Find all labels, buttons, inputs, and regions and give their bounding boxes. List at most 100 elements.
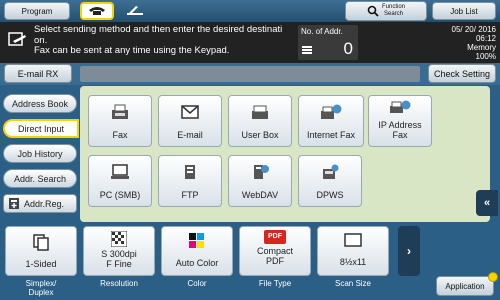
- file-type-value-1: Compact: [256, 246, 293, 256]
- function-search-button[interactable]: Function Search: [345, 1, 427, 21]
- ftp-label: FTP: [181, 190, 199, 200]
- simplex-label-2: Duplex: [28, 288, 54, 297]
- ip-fax-icon: [390, 100, 411, 113]
- function-search-label-1: Function: [381, 4, 405, 10]
- resolution-value-2: F Fine: [106, 259, 132, 269]
- memory-value: 100%: [475, 52, 496, 61]
- fax-icon: [112, 104, 128, 119]
- email-rx-button[interactable]: E-mail RX: [4, 64, 72, 83]
- instruction-line-1: Select sending method and then enter the…: [34, 24, 283, 35]
- email-rx-label: E-mail RX: [17, 68, 59, 79]
- one-sided-icon: [33, 234, 49, 251]
- dpws-icon: [323, 164, 339, 179]
- file-type-label: File Type: [258, 279, 292, 288]
- sidebar-item-job-history[interactable]: Job History: [3, 144, 77, 163]
- chevron-right-icon: ›: [407, 244, 411, 258]
- email-label: E-mail: [177, 130, 203, 140]
- paper-size-icon: [344, 233, 362, 247]
- address-count-value: 0: [343, 39, 353, 58]
- application-label: Application: [445, 281, 485, 291]
- resolution-label: Resolution: [100, 279, 138, 288]
- date-text: 05/ 20/ 2016: [451, 25, 496, 34]
- ip-fax-label-2: Fax: [392, 130, 408, 140]
- color-value: Auto Color: [175, 258, 219, 268]
- address-register-icon: [9, 198, 19, 209]
- file-type-button[interactable]: PDF Compact PDF: [239, 226, 311, 276]
- user-box-label: User Box: [241, 130, 279, 140]
- webdav-label: WebDAV: [241, 190, 279, 200]
- double-chevron-left-icon: «: [483, 197, 491, 209]
- server-icon: [185, 165, 195, 179]
- ip-address-fax-button[interactable]: IP Address Fax: [368, 95, 432, 147]
- program-button[interactable]: Program: [4, 2, 70, 20]
- user-box-button[interactable]: User Box: [228, 95, 292, 147]
- computer-icon: [111, 164, 129, 179]
- webdav-icon: [254, 165, 269, 179]
- telephone-icon: [89, 7, 105, 15]
- dpws-label: DPWS: [316, 190, 344, 200]
- scan-size-value: 8½x11: [339, 257, 367, 267]
- scan-mode-button[interactable]: [118, 2, 152, 20]
- simplex-duplex-button[interactable]: 1-Sided: [5, 226, 77, 276]
- scan-size-label: Scan Size: [334, 279, 372, 288]
- fax-label: Fax: [112, 130, 128, 140]
- scanner-icon: [127, 6, 143, 15]
- sidebar-item-label: Direct Input: [17, 123, 65, 134]
- color-mode-icon: [189, 233, 204, 248]
- pc-smb-button[interactable]: PC (SMB): [88, 155, 152, 207]
- pdf-icon: PDF: [264, 230, 286, 244]
- next-options-button[interactable]: ›: [398, 226, 420, 276]
- check-setting-label: Check Setting: [433, 68, 491, 79]
- sidebar-item-addr-search[interactable]: Addr. Search: [3, 169, 77, 188]
- fax-button[interactable]: Fax: [88, 95, 152, 147]
- sidebar-item-label: Addr.Reg.: [24, 198, 65, 209]
- magnifier-icon: [367, 5, 379, 17]
- internet-fax-label: Internet Fax: [306, 130, 356, 140]
- sidebar-item-direct-input[interactable]: Direct Input: [3, 119, 79, 138]
- resolution-button[interactable]: S 300dpi F Fine: [83, 226, 155, 276]
- sidebar-item-address-book[interactable]: Address Book: [3, 94, 77, 113]
- collapse-panel-button[interactable]: «: [476, 190, 498, 216]
- simplex-value: 1-Sided: [25, 259, 57, 269]
- sidebar-item-label: Addr. Search: [13, 173, 67, 184]
- sidebar-item-label: Job History: [17, 148, 63, 159]
- list-icon: [302, 46, 312, 54]
- program-label: Program: [21, 6, 53, 16]
- function-search-label-2: Search: [383, 11, 403, 17]
- scan-size-button[interactable]: 8½x11: [317, 226, 389, 276]
- sidebar-item-addr-reg[interactable]: Addr.Reg.: [3, 194, 77, 213]
- destination-entry-field: [80, 66, 420, 82]
- internet-fax-icon: [321, 104, 342, 119]
- address-count-label: No. of Addr.: [301, 27, 343, 36]
- resolution-icon: [110, 230, 128, 248]
- message-icon: [8, 32, 26, 46]
- notification-dot: [488, 272, 498, 282]
- time-text: 06:12: [475, 34, 496, 43]
- dpws-button[interactable]: DPWS: [298, 155, 362, 207]
- resolution-value-1: S 300dpi: [101, 249, 137, 259]
- simplex-duplex-label: Simplex/ Duplex: [5, 279, 77, 297]
- instruction-line-3: Fax can be sent at any time using the Ke…: [34, 45, 230, 56]
- memory-label: Memory: [467, 43, 496, 52]
- ftp-button[interactable]: FTP: [158, 155, 222, 207]
- fax-mode-button[interactable]: [80, 2, 114, 20]
- webdav-button[interactable]: WebDAV: [228, 155, 292, 207]
- job-list-button[interactable]: Job List: [432, 2, 496, 20]
- color-label: Color: [187, 279, 207, 288]
- user-box-icon: [252, 105, 268, 119]
- simplex-label-1: Simplex/: [25, 279, 57, 288]
- status-panel: 05/ 20/ 2016 06:12 Memory 100%: [430, 25, 496, 61]
- file-type-value-2: PDF: [266, 256, 284, 266]
- color-button[interactable]: Auto Color: [161, 226, 233, 276]
- email-button[interactable]: E-mail: [158, 95, 222, 147]
- instruction-text: Select sending method and then enter the…: [34, 24, 296, 57]
- application-button[interactable]: Application: [436, 276, 494, 296]
- address-count-panel: No. of Addr. 0: [298, 25, 358, 60]
- sidebar-item-label: Address Book: [11, 98, 69, 109]
- check-setting-button[interactable]: Check Setting: [428, 64, 496, 83]
- ip-fax-label-1: IP Address: [378, 120, 422, 130]
- job-list-label: Job List: [450, 6, 478, 16]
- envelope-icon: [181, 105, 199, 119]
- internet-fax-button[interactable]: Internet Fax: [298, 95, 364, 147]
- pc-smb-label: PC (SMB): [99, 190, 141, 200]
